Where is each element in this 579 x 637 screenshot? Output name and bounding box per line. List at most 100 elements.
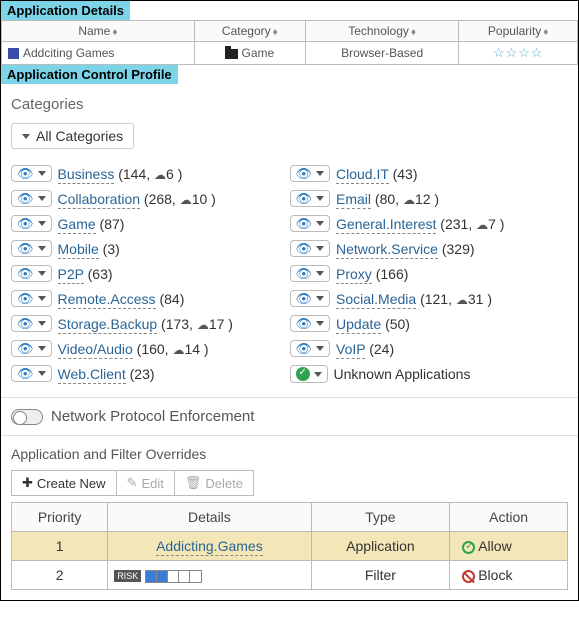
monitor-status-icon[interactable]: 👁 [11,290,52,307]
category-item[interactable]: 👁Proxy (166) [290,261,569,286]
category-item[interactable]: 👁General.Interest (231, ☁7 ) [290,211,569,236]
eye-icon: 👁 [17,267,34,280]
category-item[interactable]: 👁Network.Service (329) [290,236,569,261]
eye-icon: 👁 [296,342,313,355]
monitor-status-icon[interactable]: 👁 [11,315,52,332]
eye-icon: 👁 [296,242,313,255]
ov-col-action[interactable]: Action [450,503,568,532]
risk-badge: RISK [114,570,141,582]
monitor-status-icon[interactable]: 👁 [11,190,52,207]
delete-button[interactable]: 🗑Delete [175,470,254,496]
chevron-down-icon [38,196,46,201]
monitor-status-icon[interactable]: 👁 [11,340,52,357]
category-count: (84) [159,291,184,307]
category-item[interactable]: 👁P2P (63) [11,261,290,286]
monitor-status-icon[interactable]: 👁 [11,265,52,282]
eye-icon: 👁 [296,292,313,305]
category-item[interactable]: Unknown Applications [290,361,569,387]
ov-col-type[interactable]: Type [311,503,450,532]
category-item[interactable]: 👁 Cloud.IT (43) [290,161,569,186]
create-new-button[interactable]: ✚Create New [11,470,117,496]
col-technology[interactable]: Technology♦ [305,21,458,42]
category-item[interactable]: 👁VoIP (24) [290,336,569,361]
category-name: Mobile [58,241,99,259]
category-name: Game [58,216,96,234]
category-count: (24) [369,341,394,357]
eye-icon: 👁 [17,167,34,180]
monitor-status-icon[interactable]: 👁 [290,190,331,207]
category-item[interactable]: 👁Social.Media (121, ☁31 ) [290,286,569,311]
override-row[interactable]: 1Addicting.GamesApplicationAllow [12,532,568,561]
category-name: Cloud.IT [336,166,389,184]
eye-icon: 👁 [296,192,313,205]
category-name: Web.Client [58,366,126,384]
monitor-status-icon[interactable]: 👁 [290,315,331,332]
eye-icon: 👁 [17,192,34,205]
col-category[interactable]: Category♦ [194,21,305,42]
application-control-profile-header: Application Control Profile [1,65,178,84]
app-category: Game [241,46,274,60]
chevron-down-icon [316,221,324,226]
category-item[interactable]: 👁 Update (50) [290,311,569,336]
monitor-status-icon[interactable]: 👁 [11,365,52,382]
cloud-icon: ☁ [172,343,184,357]
cloud-icon: ☁ [197,318,209,332]
ov-col-details[interactable]: Details [108,503,311,532]
chevron-down-icon [38,171,46,176]
block-icon [462,570,475,583]
category-item[interactable]: 👁Storage.Backup (173, ☁17 ) [11,311,290,336]
pencil-icon: ✎ [127,475,138,491]
monitor-status-icon[interactable]: 👁 [290,290,331,307]
category-name: Proxy [336,266,372,284]
monitor-status-icon[interactable]: 👁 [11,240,52,257]
category-item[interactable]: 👁Web.Client (23) [11,361,290,386]
category-count: (3) [103,241,120,257]
category-name: Update [336,316,381,334]
override-detail-name: Addicting.Games [156,538,263,556]
overrides-title: Application and Filter Overrides [11,446,568,462]
risk-level-icon [145,570,202,583]
chevron-down-icon [316,321,324,326]
all-categories-label: All Categories [36,128,123,144]
table-row[interactable]: Addciting Games Game Browser-Based ☆☆☆☆ [2,42,578,65]
monitor-status-icon[interactable]: 👁 [290,340,331,357]
col-popularity[interactable]: Popularity♦ [459,21,578,42]
category-count: (173, ☁17 ) [161,316,233,332]
category-item[interactable]: 👁Business (144, ☁6 ) [11,161,290,186]
chevron-down-icon [22,134,30,139]
category-name: P2P [58,266,84,284]
all-categories-dropdown[interactable]: All Categories [11,123,134,149]
chevron-down-icon [38,296,46,301]
chevron-down-icon [38,221,46,226]
category-item[interactable]: 👁Collaboration (268, ☁10 ) [11,186,290,211]
override-row[interactable]: 2RISKFilterBlock [12,561,568,590]
monitor-status-icon[interactable]: 👁 [290,215,331,232]
monitor-status-icon[interactable]: 👁 [290,165,331,182]
col-name[interactable]: Name♦ [2,21,195,42]
network-protocol-enforcement-toggle[interactable] [11,409,43,425]
monitor-status-icon[interactable]: 👁 [290,240,331,257]
monitor-status-icon[interactable]: 👁 [11,215,52,232]
category-count: (329) [442,241,475,257]
category-item[interactable]: 👁Email (80, ☁12 ) [290,186,569,211]
category-name: General.Interest [336,216,436,234]
eye-icon: 👁 [17,342,34,355]
monitor-status-icon[interactable]: 👁 [11,165,52,182]
category-item[interactable]: 👁Video/Audio (160, ☁14 ) [11,336,290,361]
chevron-down-icon [316,296,324,301]
overrides-table: Priority Details Type Action 1Addicting.… [11,502,568,590]
category-count: (43) [393,166,418,182]
chevron-down-icon [38,321,46,326]
chevron-down-icon [316,346,324,351]
ov-col-priority[interactable]: Priority [12,503,108,532]
app-technology: Browser-Based [305,42,458,65]
edit-button[interactable]: ✎Edit [117,470,175,496]
category-item[interactable]: 👁Remote.Access (84) [11,286,290,311]
category-item[interactable]: 👁Game (87) [11,211,290,236]
category-count: (50) [385,316,410,332]
application-details-header: Application Details [1,1,130,20]
category-count: (144, ☁6 ) [118,166,182,182]
category-name: Unknown Applications [334,366,471,382]
monitor-status-icon[interactable]: 👁 [290,265,331,282]
category-item[interactable]: 👁 Mobile (3) [11,236,290,261]
